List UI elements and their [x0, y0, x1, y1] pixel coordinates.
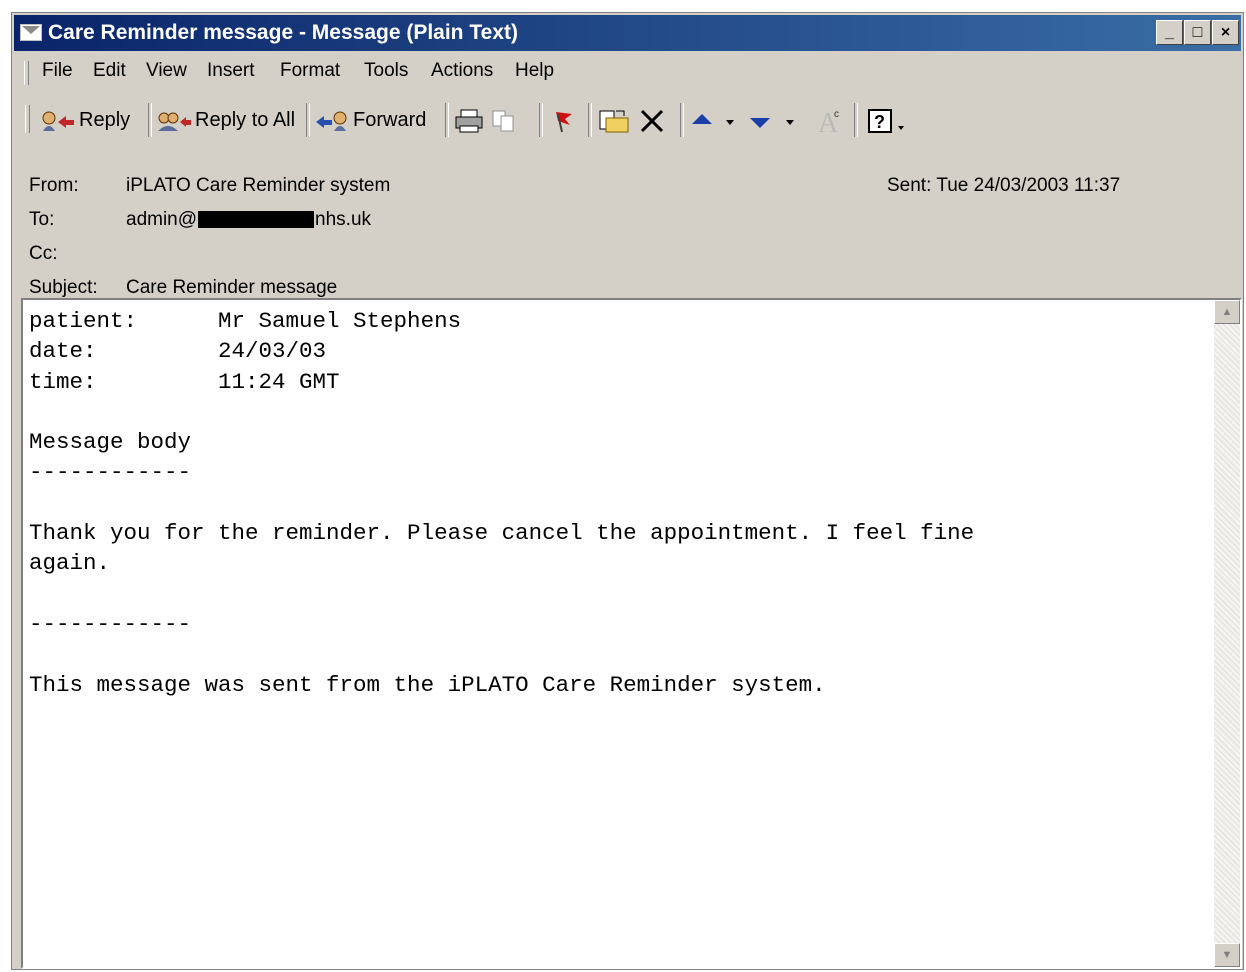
envelope-icon [20, 24, 42, 41]
sent-label: Sent: [887, 175, 932, 196]
print-button[interactable] [454, 105, 487, 135]
printer-icon [455, 109, 483, 133]
reply-all-icon [158, 112, 191, 131]
next-item-button[interactable] [748, 105, 805, 135]
to-address-prefix: admin@ [126, 209, 198, 230]
help-button[interactable]: ? [866, 105, 921, 135]
redaction-bar [198, 211, 315, 229]
subject-value: Care Reminder message [126, 277, 338, 298]
menu-view[interactable]: View [146, 60, 187, 82]
standard-toolbar: Reply Reply to All Forward A c ? [20, 97, 943, 141]
move-to-folder-button[interactable] [598, 105, 633, 135]
vertical-scrollbar[interactable]: ▲ ▼ [1214, 300, 1240, 967]
menu-tools[interactable]: Tools [364, 60, 408, 82]
sent-field: Sent: Tue 24/03/2003 11:37 [887, 175, 1120, 197]
toolbar-separator [588, 103, 592, 137]
from-label: From: [29, 175, 79, 196]
menu-grip [24, 61, 29, 85]
forward-icon [316, 111, 347, 131]
menu-help[interactable]: Help [515, 60, 554, 82]
menu-file[interactable]: File [42, 60, 73, 82]
menu-bar: File Edit View Insert Format Tools Actio… [20, 56, 1239, 88]
window-controls: _ □ × [1155, 20, 1239, 45]
toolbar-separator [539, 103, 543, 137]
menu-insert[interactable]: Insert [207, 60, 255, 82]
svg-text:?: ? [874, 112, 885, 132]
cc-label: Cc: [29, 243, 58, 264]
menu-format[interactable]: Format [280, 60, 340, 82]
sent-value: Tue 24/03/2003 11:37 [936, 175, 1121, 196]
title-bar[interactable]: Care Reminder message - Message (Plain T… [14, 15, 1241, 51]
reply-to-all-button[interactable]: Reply to All [156, 105, 295, 135]
message-window: Care Reminder message - Message (Plain T… [11, 12, 1244, 970]
menu-actions[interactable]: Actions [431, 60, 493, 82]
address-book-button[interactable]: A c [814, 105, 847, 136]
maximize-button[interactable]: □ [1184, 20, 1211, 45]
toolbar-separator [680, 103, 684, 137]
subject-label: Subject: [29, 277, 98, 298]
forward-button[interactable]: Forward [314, 105, 426, 135]
next-item-icon [750, 117, 794, 128]
move-to-folder-icon [599, 110, 629, 133]
toolbar-separator [148, 103, 152, 137]
message-body-text[interactable]: patient: Mr Samuel Stephens date: 24/03/… [29, 306, 1210, 700]
minimize-button[interactable]: _ [1156, 20, 1183, 45]
to-label: To: [29, 209, 55, 230]
scroll-up-arrow[interactable]: ▲ [1214, 300, 1240, 324]
toolbar-separator [445, 103, 449, 137]
font-size-icon: A c [818, 108, 839, 136]
flag-icon [556, 111, 572, 132]
from-value[interactable]: iPLATO Care Reminder system [126, 175, 390, 197]
scroll-down-arrow[interactable]: ▼ [1214, 943, 1240, 967]
close-button[interactable]: × [1212, 20, 1239, 45]
forward-label: Forward [353, 109, 427, 131]
delete-icon [640, 109, 664, 132]
message-body[interactable]: patient: Mr Samuel Stephens date: 24/03/… [21, 298, 1242, 969]
follow-up-flag-button[interactable] [550, 105, 579, 135]
toolbar-separator [306, 103, 310, 137]
help-icon: ? [868, 108, 904, 133]
reply-button[interactable]: Reply [40, 105, 130, 135]
window-title: Care Reminder message - Message (Plain T… [48, 21, 518, 44]
previous-item-icon [692, 113, 734, 125]
copy-button[interactable] [490, 105, 521, 135]
toolbar-grip [25, 105, 30, 133]
reply-label: Reply [79, 109, 131, 131]
message-header: From: iPLATO Care Reminder system Sent: … [14, 159, 1241, 298]
to-value[interactable]: admin@ nhs.uk [126, 209, 371, 231]
copy-icon [492, 110, 514, 132]
menu-edit[interactable]: Edit [93, 60, 126, 82]
reply-to-all-label: Reply to All [195, 109, 296, 131]
to-address-suffix: nhs.uk [315, 209, 372, 230]
toolbar-separator [854, 103, 858, 137]
delete-button[interactable] [638, 105, 669, 135]
svg-text:c: c [834, 109, 839, 120]
previous-item-button[interactable] [690, 105, 745, 135]
reply-icon [42, 111, 74, 131]
